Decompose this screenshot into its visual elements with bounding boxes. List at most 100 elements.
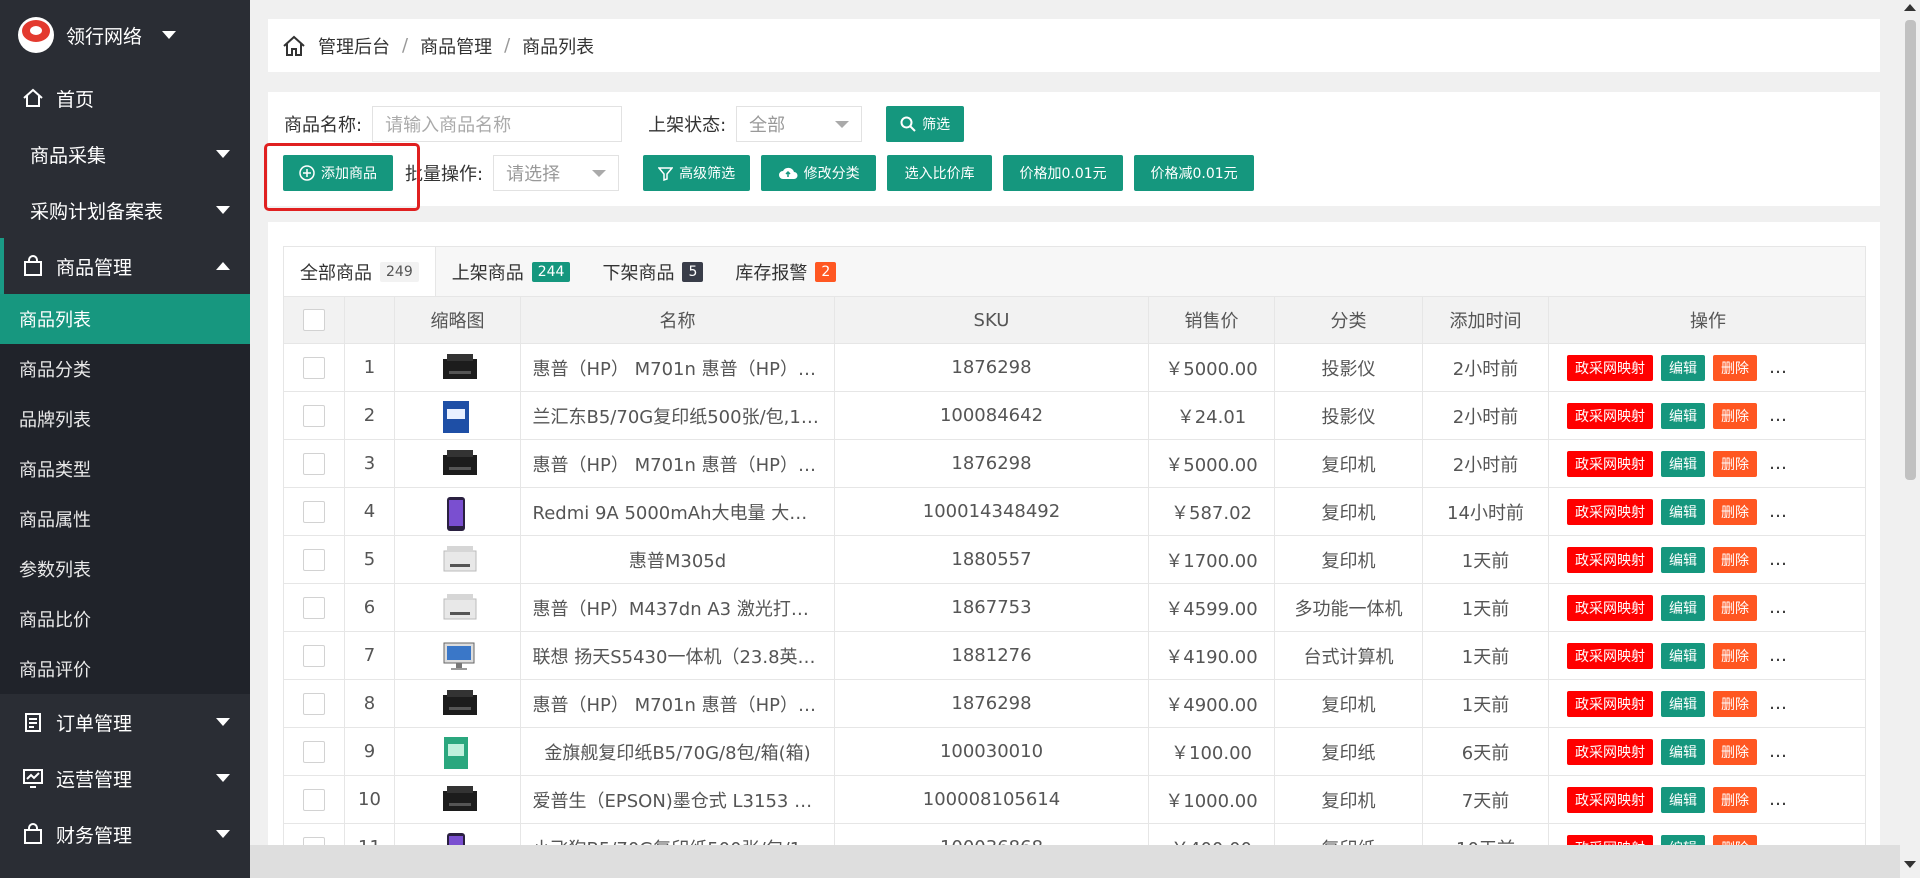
delete-button[interactable]: 删除 xyxy=(1713,786,1757,813)
product-thumbnail[interactable] xyxy=(441,543,476,577)
map-button[interactable]: 政采网映射 xyxy=(1567,450,1653,477)
filter-button[interactable]: 筛选 xyxy=(886,106,965,142)
sidebar-item-param-list[interactable]: 参数列表 xyxy=(0,544,250,594)
sidebar-item-brand-list[interactable]: 品牌列表 xyxy=(0,394,250,444)
delete-button[interactable]: 删除 xyxy=(1713,546,1757,573)
map-button[interactable]: 政采网映射 xyxy=(1567,738,1653,765)
home-icon[interactable] xyxy=(282,35,306,57)
advanced-filter-button[interactable]: 高级筛选 xyxy=(643,155,751,191)
product-thumbnail[interactable] xyxy=(441,591,476,625)
vertical-scrollbar[interactable] xyxy=(1900,0,1920,878)
more-icon[interactable]: … xyxy=(1769,645,1788,666)
scrollbar-thumb[interactable] xyxy=(1905,20,1916,480)
nav-goods-management[interactable]: 商品管理 xyxy=(0,238,250,294)
row-checkbox[interactable] xyxy=(303,452,325,475)
more-icon[interactable]: … xyxy=(1769,501,1788,522)
sidebar-item-goods-category[interactable]: 商品分类 xyxy=(0,344,250,394)
more-icon[interactable]: … xyxy=(1769,741,1788,762)
product-thumbnail[interactable] xyxy=(441,495,475,531)
map-button[interactable]: 政采网映射 xyxy=(1567,498,1653,525)
row-checkbox[interactable] xyxy=(303,500,325,523)
product-thumbnail[interactable] xyxy=(441,639,475,673)
breadcrumb-admin[interactable]: 管理后台 xyxy=(318,33,390,59)
sidebar-item-goods-review[interactable]: 商品评价 xyxy=(0,644,250,694)
row-checkbox[interactable] xyxy=(303,788,325,811)
more-icon[interactable]: … xyxy=(1769,549,1788,570)
delete-button[interactable]: 删除 xyxy=(1713,738,1757,765)
delete-button[interactable]: 删除 xyxy=(1713,498,1757,525)
map-button[interactable]: 政采网映射 xyxy=(1567,690,1653,717)
row-checkbox[interactable] xyxy=(303,596,325,619)
row-checkbox[interactable] xyxy=(303,692,325,715)
edit-button[interactable]: 编辑 xyxy=(1661,450,1705,477)
edit-button[interactable]: 编辑 xyxy=(1661,642,1705,669)
more-icon[interactable]: … xyxy=(1769,789,1788,810)
product-thumbnail[interactable] xyxy=(441,399,475,433)
scroll-down-arrow-icon[interactable] xyxy=(1904,861,1916,868)
sidebar-item-goods-type[interactable]: 商品类型 xyxy=(0,444,250,494)
edit-button[interactable]: 编辑 xyxy=(1661,786,1705,813)
scroll-up-arrow-icon[interactable] xyxy=(1904,4,1916,11)
row-checkbox[interactable] xyxy=(303,356,325,379)
tab-stock-alert[interactable]: 库存报警 2 xyxy=(719,247,852,296)
product-thumbnail[interactable] xyxy=(441,783,477,817)
more-icon[interactable]: … xyxy=(1769,597,1788,618)
product-thumbnail[interactable] xyxy=(441,735,475,769)
product-thumbnail[interactable] xyxy=(441,687,477,721)
product-thumbnail[interactable] xyxy=(441,351,477,385)
map-button[interactable]: 政采网映射 xyxy=(1567,546,1653,573)
edit-button[interactable]: 编辑 xyxy=(1661,546,1705,573)
nav-order-management[interactable]: 订单管理 xyxy=(0,694,250,750)
more-icon[interactable]: … xyxy=(1769,693,1788,714)
edit-button[interactable]: 编辑 xyxy=(1661,738,1705,765)
sidebar-item-goods-attribute[interactable]: 商品属性 xyxy=(0,494,250,544)
tab-on-shelf[interactable]: 上架商品 244 xyxy=(436,247,587,296)
tab-all-goods[interactable]: 全部商品 249 xyxy=(284,247,436,297)
more-icon[interactable]: … xyxy=(1769,453,1788,474)
nav-finance-management[interactable]: 财务管理 xyxy=(0,806,250,862)
nav-home[interactable]: 首页 xyxy=(0,70,250,126)
delete-button[interactable]: 删除 xyxy=(1713,354,1757,381)
more-icon[interactable]: … xyxy=(1769,405,1788,426)
map-button[interactable]: 政采网映射 xyxy=(1567,354,1653,381)
edit-button[interactable]: 编辑 xyxy=(1661,498,1705,525)
batch-select[interactable]: 请选择 xyxy=(493,155,620,191)
row-checkbox[interactable] xyxy=(303,404,325,427)
edit-button[interactable]: 编辑 xyxy=(1661,402,1705,429)
edit-button[interactable]: 编辑 xyxy=(1661,354,1705,381)
status-select[interactable]: 全部 xyxy=(736,106,863,142)
select-compare-button[interactable]: 选入比价库 xyxy=(887,155,993,191)
delete-button[interactable]: 删除 xyxy=(1713,402,1757,429)
nav-goods-collect[interactable]: 商品采集 xyxy=(0,126,250,182)
map-button[interactable]: 政采网映射 xyxy=(1567,402,1653,429)
more-icon[interactable]: … xyxy=(1769,357,1788,378)
row-checkbox[interactable] xyxy=(303,740,325,763)
delete-button[interactable]: 删除 xyxy=(1713,690,1757,717)
delete-button[interactable]: 删除 xyxy=(1713,594,1757,621)
map-button[interactable]: 政采网映射 xyxy=(1567,642,1653,669)
product-thumbnail[interactable] xyxy=(441,447,477,481)
product-name: 惠普M305d xyxy=(628,550,727,572)
map-button[interactable]: 政采网映射 xyxy=(1567,786,1653,813)
edit-button[interactable]: 编辑 xyxy=(1661,594,1705,621)
brand-switcher[interactable]: 领行网络 xyxy=(0,0,250,70)
row-checkbox[interactable] xyxy=(303,644,325,667)
delete-button[interactable]: 删除 xyxy=(1713,450,1757,477)
header-added-time: 添加时间 xyxy=(1423,297,1549,343)
row-checkbox[interactable] xyxy=(303,548,325,571)
select-all-checkbox[interactable] xyxy=(303,309,325,331)
edit-button[interactable]: 编辑 xyxy=(1661,690,1705,717)
tab-off-shelf[interactable]: 下架商品 5 xyxy=(586,247,719,296)
change-category-button[interactable]: 修改分类 xyxy=(761,155,877,191)
sidebar-item-price-compare[interactable]: 商品比价 xyxy=(0,594,250,644)
sidebar-item-goods-list[interactable]: 商品列表 xyxy=(0,294,250,344)
nav-operation-management[interactable]: 运营管理 xyxy=(0,750,250,806)
home-icon xyxy=(20,87,46,109)
price-down-button[interactable]: 价格减0.01元 xyxy=(1134,155,1255,191)
price-up-button[interactable]: 价格加0.01元 xyxy=(1003,155,1124,191)
map-button[interactable]: 政采网映射 xyxy=(1567,594,1653,621)
nav-purchase-plan[interactable]: 采购计划备案表 xyxy=(0,182,250,238)
delete-button[interactable]: 删除 xyxy=(1713,642,1757,669)
breadcrumb-goods-management[interactable]: 商品管理 xyxy=(420,33,492,59)
goods-name-input[interactable]: 请输入商品名称 xyxy=(372,106,623,142)
